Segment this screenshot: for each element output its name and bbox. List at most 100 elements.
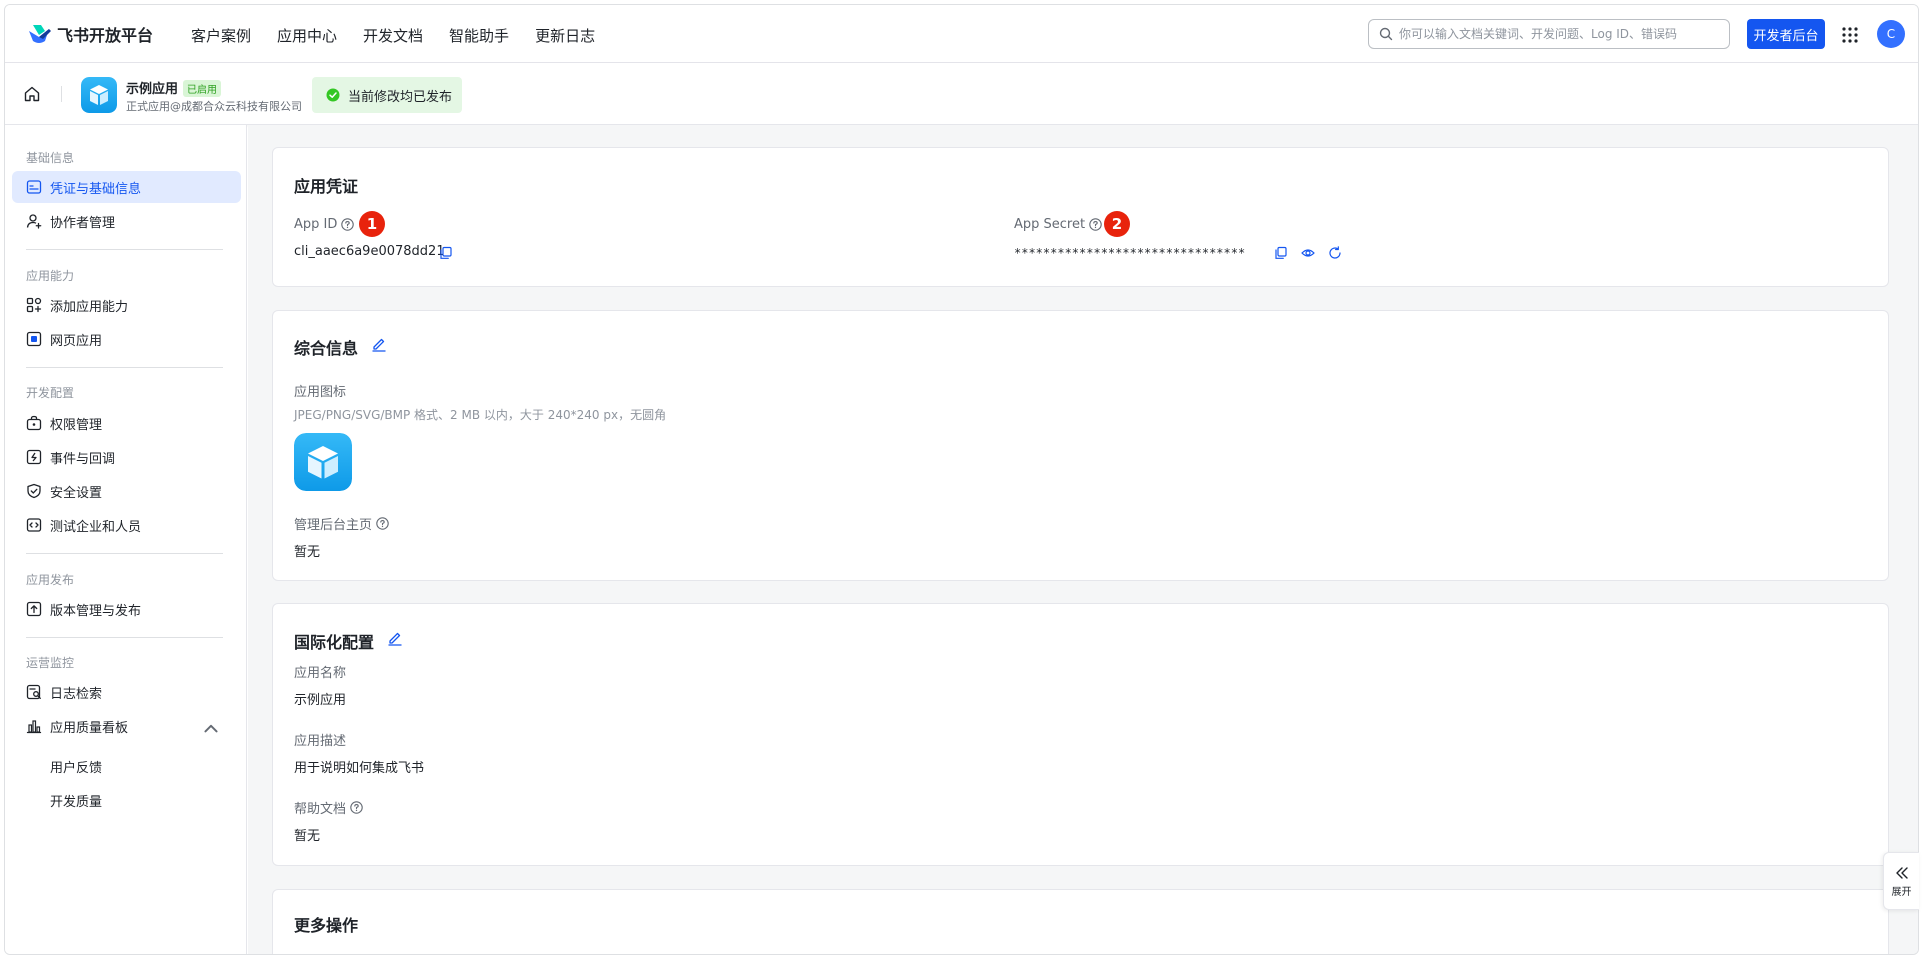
help-icon[interactable]	[1089, 218, 1102, 231]
app-secret-value: ********************************	[1014, 246, 1246, 260]
help-icon[interactable]	[350, 801, 363, 814]
app-grid-icon[interactable]	[1841, 26, 1859, 44]
help-icon[interactable]	[376, 517, 389, 530]
sidebar-divider	[26, 249, 223, 250]
search-icon	[1379, 27, 1393, 41]
web-app-icon	[26, 331, 42, 347]
feishu-logo-icon	[29, 25, 51, 43]
sidebar-item-label: 日志检索	[50, 686, 103, 702]
sidebar-item-label: 安全设置	[50, 485, 103, 501]
sidebar-item-security[interactable]: 安全设置	[12, 475, 241, 507]
main-content: 应用凭证 App ID 1 cli_aaec6a9e0078dd21 App S…	[248, 125, 1918, 954]
eye-icon[interactable]	[1301, 246, 1315, 260]
app-name-label: 应用名称	[294, 666, 347, 681]
help-doc-label-text: 帮助文档	[294, 802, 347, 817]
sidebar-item-web-app[interactable]: 网页应用	[12, 323, 241, 355]
app-desc-value: 用于说明如何集成飞书	[294, 761, 425, 776]
sidebar-subitem-feedback[interactable]: 用户反馈	[50, 757, 102, 776]
publish-status-text: 当前修改均已发布	[348, 89, 453, 105]
check-circle-icon	[326, 88, 340, 102]
app-icon-label: 应用图标	[294, 385, 347, 400]
edit-icon[interactable]	[387, 630, 403, 646]
sidebar-item-permissions[interactable]: 权限管理	[12, 407, 241, 439]
user-add-icon	[26, 214, 42, 229]
annotation-badge-2: 2	[1104, 211, 1130, 237]
app-owner: 正式应用@成都合众云科技有限公司	[126, 100, 302, 113]
refresh-icon[interactable]	[1328, 246, 1342, 260]
home-icon[interactable]	[23, 85, 41, 103]
sidebar-group-monitoring: 运营监控	[26, 656, 75, 670]
header-divider	[61, 86, 62, 102]
permission-icon	[26, 415, 42, 431]
admin-home-value: 暂无	[294, 545, 321, 560]
sidebar-subitem-dev-quality[interactable]: 开发质量	[50, 791, 102, 810]
apps-add-icon	[26, 297, 42, 313]
general-info-card: 综合信息 应用图标 JPEG/PNG/SVG/BMP 格式、2 MB 以内，大于…	[272, 310, 1889, 581]
sidebar-divider	[26, 367, 223, 368]
sidebar-item-add-capability[interactable]: 添加应用能力	[12, 289, 241, 321]
avatar[interactable]: C	[1877, 20, 1905, 48]
sidebar-divider	[26, 553, 223, 554]
app-name: 示例应用	[126, 82, 179, 97]
sidebar-item-events[interactable]: 事件与回调	[12, 441, 241, 473]
chevron-up-icon[interactable]	[203, 721, 219, 737]
general-info-title: 综合信息	[294, 339, 359, 358]
app-window: 飞书开放平台 客户案例 应用中心 开发文档 智能助手 更新日志 开发者后台 C	[4, 4, 1919, 955]
sidebar-item-quality-board[interactable]: 应用质量看板	[12, 710, 241, 742]
app-secret-label: App Secret	[1014, 217, 1102, 232]
copy-icon[interactable]	[439, 246, 453, 260]
app-id-label: App ID	[294, 217, 355, 232]
expand-panel-button[interactable]: 展开	[1883, 852, 1919, 910]
app-cube-icon[interactable]	[294, 433, 352, 491]
edit-icon[interactable]	[371, 336, 387, 352]
app-desc-label: 应用描述	[294, 734, 347, 749]
sidebar-group-release: 应用发布	[26, 573, 75, 587]
sidebar-item-versions[interactable]: 版本管理与发布	[12, 593, 241, 625]
app-cube-icon	[81, 77, 117, 113]
sidebar-item-collaborators[interactable]: 协作者管理	[12, 205, 241, 237]
help-icon[interactable]	[341, 218, 355, 231]
nav-link-cases[interactable]: 客户案例	[191, 25, 251, 46]
sidebar-item-label: 凭证与基础信息	[50, 181, 142, 197]
nav-link-docs[interactable]: 开发文档	[363, 25, 423, 46]
credentials-title: 应用凭证	[294, 177, 359, 196]
shield-icon	[27, 483, 41, 499]
nav-link-changelog[interactable]: 更新日志	[535, 25, 595, 46]
annotation-badge-1: 1	[359, 211, 385, 237]
sidebar-item-label: 测试企业和人员	[50, 519, 142, 535]
help-doc-label: 帮助文档	[294, 798, 363, 817]
upload-box-icon	[26, 601, 42, 617]
app-id-label-text: App ID	[294, 217, 338, 232]
sidebar-group-capabilities: 应用能力	[26, 269, 75, 283]
nav-link-app-center[interactable]: 应用中心	[277, 25, 337, 46]
nav-link-assistant[interactable]: 智能助手	[449, 25, 509, 46]
copy-icon[interactable]	[1274, 246, 1288, 260]
brand[interactable]: 飞书开放平台	[27, 22, 153, 46]
sidebar-item-label: 应用质量看板	[50, 720, 129, 736]
search-box[interactable]	[1368, 19, 1730, 49]
search-input[interactable]	[1399, 27, 1719, 41]
brand-name: 飞书开放平台	[57, 26, 154, 45]
sidebar-item-label: 版本管理与发布	[50, 603, 142, 619]
dev-console-button[interactable]: 开发者后台	[1747, 19, 1825, 49]
app-name-value: 示例应用	[294, 693, 347, 708]
event-icon	[26, 449, 42, 465]
app-icon-hint: JPEG/PNG/SVG/BMP 格式、2 MB 以内，大于 240*240 p…	[294, 408, 667, 422]
publish-status: 当前修改均已发布	[312, 77, 462, 113]
sidebar-item-credentials[interactable]: 凭证与基础信息	[12, 171, 241, 203]
sidebar-item-label: 权限管理	[50, 417, 103, 433]
sidebar-group-basic: 基础信息	[26, 151, 75, 165]
credential-icon	[26, 180, 42, 194]
code-box-icon	[26, 518, 42, 532]
sidebar-item-label: 事件与回调	[50, 451, 116, 467]
sidebar-item-test-org[interactable]: 测试企业和人员	[12, 509, 241, 541]
nav-links: 客户案例 应用中心 开发文档 智能助手 更新日志	[191, 25, 595, 46]
sidebar-item-log-search[interactable]: 日志检索	[12, 676, 241, 708]
sidebar-item-label: 添加应用能力	[50, 299, 129, 315]
admin-home-label: 管理后台主页	[294, 514, 389, 533]
sidebar-group-dev-config: 开发配置	[26, 386, 75, 400]
credentials-card: 应用凭证 App ID 1 cli_aaec6a9e0078dd21 App S…	[272, 147, 1889, 287]
app-id-value: cli_aaec6a9e0078dd21	[294, 244, 445, 259]
bar-chart-icon	[26, 720, 42, 734]
app-secret-label-text: App Secret	[1014, 217, 1086, 232]
